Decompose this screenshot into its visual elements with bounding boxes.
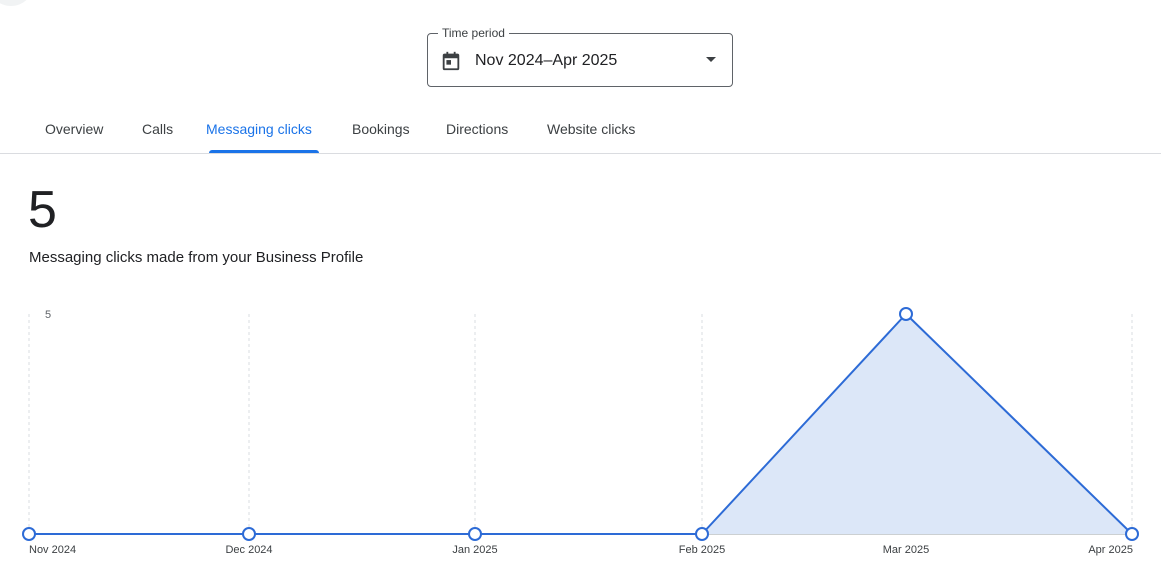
messaging-clicks-chart: 5 Nov 2024 Dec 2024 Jan 2025 Feb 2025 Mar 202… [22,307,1139,556]
metric-caption: Messaging clicks made from your Business… [29,249,364,266]
time-period-select[interactable]: Time period Nov 2024–Apr 2025 [427,26,733,87]
tab-directions[interactable]: Directions [446,108,508,153]
data-point-0 [22,527,36,541]
series-area [29,314,1132,534]
metric-tabs: Overview Calls Messaging clicks Bookings… [0,108,1161,154]
x-tick-label-0: Nov 2024 [29,544,76,556]
x-tick-label-2: Jan 2025 [452,544,497,556]
metric-total: 5 [28,181,57,239]
corner-button[interactable] [0,0,34,6]
dropdown-arrow-icon[interactable] [706,57,716,62]
tab-calls[interactable]: Calls [142,108,173,153]
y-tick-label: 5 [45,309,51,321]
time-period-label: Time period [438,26,509,40]
data-point-4 [899,307,913,321]
tab-website-clicks[interactable]: Website clicks [547,108,635,153]
data-point-5 [1125,527,1139,541]
tab-bookings[interactable]: Bookings [352,108,410,153]
x-tick-label-3: Feb 2025 [679,544,725,556]
tab-overview[interactable]: Overview [45,108,103,153]
calendar-icon [440,50,462,72]
x-tick-label-1: Dec 2024 [225,544,272,556]
x-tick-label-5: Apr 2025 [1088,544,1133,556]
x-tick-label-4: Mar 2025 [883,544,929,556]
messaging-clicks-page: Time period Nov 2024–Apr 2025 Overview C… [0,0,1161,579]
tab-messaging-clicks[interactable]: Messaging clicks [206,108,312,153]
data-point-2 [468,527,482,541]
time-period-value: Nov 2024–Apr 2025 [475,52,618,69]
data-point-3 [695,527,709,541]
active-tab-indicator [209,150,319,153]
data-point-1 [242,527,256,541]
